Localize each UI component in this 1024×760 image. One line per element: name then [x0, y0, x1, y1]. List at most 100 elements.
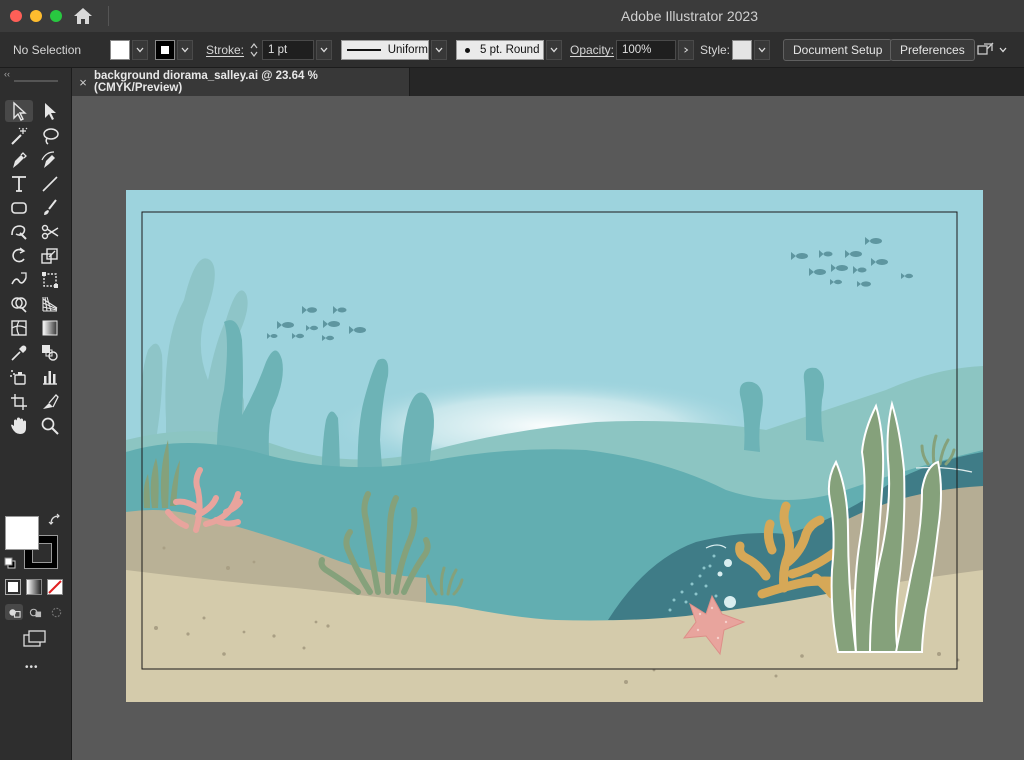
shaper-tool[interactable]: [5, 221, 33, 243]
stroke-weight-stepper[interactable]: [246, 39, 262, 61]
home-button[interactable]: [72, 6, 94, 26]
chevron-down-icon: [550, 47, 558, 53]
stepper-arrows-icon: [250, 43, 258, 57]
stroke-color-dropdown[interactable]: [177, 40, 193, 60]
rounded-rectangle-icon: [11, 202, 27, 214]
gradient-mode-button[interactable]: [26, 579, 42, 595]
pen-icon: [13, 152, 27, 168]
preferences-button[interactable]: Preferences: [890, 39, 975, 61]
paintbrush-tool[interactable]: [36, 197, 64, 219]
fill-color-swatch[interactable]: [110, 40, 130, 60]
document-tab[interactable]: × background diorama_salley.ai @ 23.64 %…: [72, 68, 410, 96]
none-slash-icon: [48, 580, 62, 594]
direct-selection-arrow-icon: [45, 103, 56, 120]
warp-tool[interactable]: [5, 269, 33, 291]
symbol-sprayer-icon: [10, 370, 26, 385]
perspective-grid-tool[interactable]: [36, 293, 64, 315]
scissors-icon: [41, 224, 59, 240]
fill-swatch[interactable]: [5, 516, 39, 550]
rectangle-tool[interactable]: [5, 197, 33, 219]
free-transform-icon: [42, 272, 58, 288]
hand-tool[interactable]: [5, 415, 33, 437]
lasso-tool[interactable]: [36, 125, 64, 147]
variable-width-profile[interactable]: Uniform: [341, 40, 429, 60]
magic-wand-icon: [11, 127, 28, 145]
swap-fill-stroke-button[interactable]: [48, 513, 62, 527]
panel-grip[interactable]: [14, 80, 58, 82]
paintbrush-icon: [44, 199, 57, 215]
title-bar: Adobe Illustrator 2023: [0, 0, 1024, 32]
none-mode-button[interactable]: [47, 579, 63, 595]
scale-tool[interactable]: [36, 245, 64, 267]
rotate-icon: [12, 247, 26, 263]
brush-label: 5 pt. Round: [480, 44, 540, 56]
close-window-button[interactable]: [10, 10, 22, 22]
draw-inside-button[interactable]: [47, 604, 65, 620]
free-transform-tool[interactable]: [36, 269, 64, 291]
column-graph-tool[interactable]: [36, 366, 64, 388]
titlebar-divider: [108, 6, 109, 26]
zoom-tool[interactable]: [36, 415, 64, 437]
magic-wand-tool[interactable]: [5, 125, 33, 147]
control-bar: No Selection Stroke: 1 pt Uniform 5 pt. …: [0, 32, 1024, 68]
app-title: Adobe Illustrator 2023: [621, 8, 758, 24]
vertical-scrollbar[interactable]: [1015, 96, 1024, 760]
type-tool[interactable]: [5, 173, 33, 195]
artboard[interactable]: [126, 190, 983, 702]
zoom-window-button[interactable]: [50, 10, 62, 22]
arrange-documents-button[interactable]: [976, 32, 1007, 68]
artboard-tool[interactable]: [5, 391, 33, 413]
edit-toolbar-button[interactable]: •••: [25, 662, 39, 673]
mesh-tool[interactable]: [5, 317, 33, 339]
graphic-style-swatch[interactable]: [732, 40, 752, 60]
selection-tool[interactable]: [5, 100, 33, 122]
document-setup-button[interactable]: Document Setup: [783, 39, 893, 61]
default-colors-button[interactable]: [4, 556, 16, 569]
default-colors-icon: [4, 557, 16, 569]
symbol-sprayer-tool[interactable]: [5, 366, 33, 388]
gradient-tool[interactable]: [36, 317, 64, 339]
draw-behind-icon: [29, 608, 41, 617]
stroke-weight-dropdown[interactable]: [316, 40, 332, 60]
draw-behind-button[interactable]: [26, 604, 44, 620]
canvas-area[interactable]: [72, 96, 1024, 760]
opacity-label[interactable]: Opacity:: [570, 32, 614, 68]
direct-selection-tool[interactable]: [36, 100, 64, 122]
style-dropdown[interactable]: [754, 40, 770, 60]
opacity-expand-button[interactable]: [678, 40, 694, 60]
shape-builder-tool[interactable]: [5, 293, 33, 315]
eyedropper-tool[interactable]: [5, 342, 33, 364]
brush-definition[interactable]: 5 pt. Round: [456, 40, 544, 60]
chevron-down-icon: [181, 47, 189, 53]
screen-mode-icon: [23, 630, 46, 647]
close-tab-button[interactable]: ×: [72, 75, 94, 90]
draw-inside-icon: [51, 607, 61, 617]
color-mode-button[interactable]: [5, 579, 21, 595]
brush-dropdown[interactable]: [546, 40, 562, 60]
stroke-color-swatch[interactable]: [155, 40, 175, 60]
draw-normal-button[interactable]: [5, 604, 23, 620]
profile-line-icon: [347, 49, 381, 51]
document-tab-strip: × background diorama_salley.ai @ 23.64 %…: [72, 68, 1024, 96]
chevron-down-icon: [758, 47, 766, 53]
change-screen-mode-button[interactable]: [22, 629, 48, 649]
opacity-input[interactable]: 100%: [616, 40, 676, 60]
rotate-tool[interactable]: [5, 245, 33, 267]
fill-dropdown[interactable]: [132, 40, 148, 60]
scissors-tool[interactable]: [36, 221, 64, 243]
illustrator-window: Adobe Illustrator 2023 No Selection Stro…: [0, 0, 1024, 760]
slice-tool[interactable]: [36, 391, 64, 413]
stroke-label[interactable]: Stroke:: [206, 32, 244, 68]
curvature-tool[interactable]: [36, 149, 64, 171]
stroke-weight-input[interactable]: 1 pt: [262, 40, 314, 60]
collapse-panel-button[interactable]: ‹‹: [4, 69, 10, 79]
warp-icon: [11, 272, 27, 285]
minimize-window-button[interactable]: [30, 10, 42, 22]
gradient-icon: [42, 320, 58, 336]
mesh-icon: [11, 320, 27, 336]
profile-dropdown[interactable]: [431, 40, 447, 60]
blend-tool[interactable]: [36, 342, 64, 364]
line-segment-tool[interactable]: [36, 173, 64, 195]
pen-tool[interactable]: [5, 149, 33, 171]
style-label: Style:: [700, 43, 731, 57]
